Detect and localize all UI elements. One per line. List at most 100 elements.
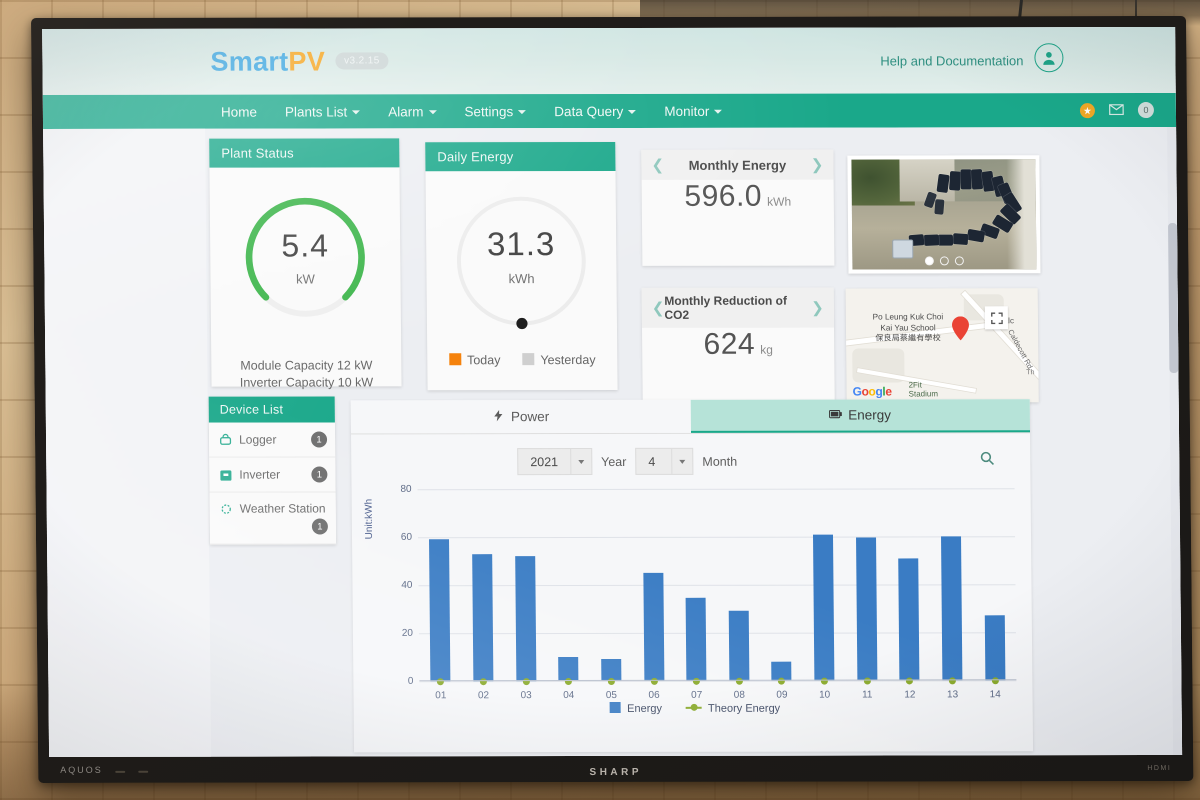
bar-column[interactable]: 02 [460, 489, 504, 701]
bar-column[interactable]: 08 [716, 489, 760, 701]
tab-power[interactable]: Power [350, 399, 691, 434]
bar-column[interactable]: 03 [503, 489, 547, 701]
scrollbar-thumb[interactable] [1168, 222, 1179, 374]
device-list-item-inverter[interactable]: Inverter 1 [209, 457, 336, 493]
year-select[interactable]: 2021 [517, 448, 593, 476]
chevron-left-icon[interactable]: ❮ [652, 299, 665, 317]
nav-status-icons: 0 [1079, 93, 1155, 127]
theory-energy-color-swatch [685, 706, 703, 709]
nav-item-data-query[interactable]: Data Query [554, 103, 637, 119]
legend-today[interactable]: Today [448, 353, 500, 367]
x-tick-label: 12 [904, 689, 916, 701]
x-tick-label: 02 [477, 690, 490, 702]
chart-bar[interactable] [429, 539, 451, 682]
legend-yesterday-label: Yesterday [540, 353, 596, 368]
photo-equipment [892, 239, 914, 259]
page-scrollbar[interactable] [1167, 126, 1183, 757]
chart-plot-area: 01 02 03 04 05 06 07 08 09 10 11 12 13 14 [418, 488, 1017, 701]
monthly-co2-card: ❮ Monthly Reduction of CO2 ❯ 624 kg [641, 287, 835, 404]
chart-bar[interactable] [514, 556, 536, 682]
x-tick-label: 05 [605, 689, 618, 701]
bar-column[interactable]: 05 [588, 489, 632, 701]
carousel-dot-2[interactable] [939, 256, 949, 266]
nav-item-settings[interactable]: Settings [464, 104, 527, 119]
solar-panel [934, 198, 945, 215]
legend-yesterday[interactable]: Yesterday [522, 353, 596, 368]
fullscreen-icon[interactable] [984, 306, 1009, 330]
nav-item-monitor[interactable]: Monitor [664, 103, 723, 118]
chart-bar[interactable] [941, 536, 963, 681]
chart-bar[interactable] [855, 537, 878, 681]
x-tick-label: 06 [648, 689, 660, 701]
bezel-chip [115, 770, 126, 773]
today-color-swatch [448, 353, 462, 366]
nav-item-home[interactable]: Home [221, 104, 257, 119]
logo-text-smart: Smart [210, 46, 289, 77]
map-poi-label: 2Fit Stadium [909, 380, 939, 398]
bar-column[interactable]: 07 [673, 489, 717, 701]
chart-bar[interactable] [813, 534, 835, 681]
plant-capacity-info: Module Capacity 12 kW Inverter Capacity … [211, 357, 401, 391]
chart-bar[interactable] [642, 572, 664, 681]
app-logo[interactable]: SmartPV v3.2.15 [210, 46, 389, 77]
bar-column[interactable]: 04 [545, 489, 589, 701]
month-select-value: 4 [648, 454, 656, 469]
bar-column[interactable]: 09 [759, 489, 803, 701]
nav-label: Home [220, 104, 257, 120]
y-tick-label: 60 [400, 531, 413, 543]
nav-item-alarm[interactable]: Alarm [388, 104, 437, 119]
x-tick-label: 10 [818, 689, 831, 701]
logo-text-pv: PV [288, 45, 326, 77]
bar-column[interactable]: 14 [972, 488, 1016, 700]
device-count-badge: 1 [311, 518, 328, 535]
legend-energy[interactable]: Energy [610, 701, 662, 715]
chart-bar[interactable] [984, 615, 1006, 681]
logger-icon [219, 433, 232, 446]
legend-theory-energy[interactable]: Theory Energy [685, 702, 780, 714]
chevron-left-icon[interactable]: ❮ [651, 156, 664, 174]
chevron-down-icon [714, 109, 723, 114]
mail-icon[interactable] [1109, 103, 1124, 118]
plant-photo-carousel[interactable] [847, 155, 1041, 274]
chevron-down-icon [569, 449, 592, 475]
chart-bar[interactable] [472, 553, 494, 682]
chevron-down-icon [628, 109, 637, 114]
bar-column[interactable]: 13 [929, 488, 973, 700]
x-tick-label: 07 [691, 689, 703, 701]
chart-bar[interactable] [728, 611, 750, 681]
chevron-right-icon[interactable]: ❯ [811, 299, 824, 317]
tab-energy-label: Energy [848, 407, 892, 423]
device-list-item-weather-station[interactable]: Weather Station 1 [209, 492, 337, 545]
device-list-item-logger[interactable]: Logger 1 [208, 422, 336, 458]
device-count-badge: 1 [310, 431, 328, 448]
chart-bar[interactable] [685, 598, 707, 681]
bar-column[interactable]: 06 [631, 489, 675, 701]
left-gutter [43, 128, 212, 757]
y-tick-label: 40 [401, 579, 413, 591]
x-tick-label: 14 [989, 689, 1001, 701]
nav-label: Plants List [284, 103, 348, 120]
user-avatar-icon[interactable] [1034, 43, 1064, 73]
chart-bar[interactable] [898, 558, 920, 681]
plant-status-card: Plant Status 5.4 kW Module Capacity 12 k… [209, 138, 402, 390]
search-icon[interactable] [980, 451, 995, 465]
bar-column[interactable]: 01 [418, 489, 462, 701]
location-map-card[interactable]: Po Leung Kuk Choi Kai Yau School 保良局蔡繼有學… [845, 288, 1039, 403]
map-edge-label: Th [1026, 369, 1035, 377]
chevron-down-icon [671, 448, 693, 474]
chevron-down-icon [428, 109, 437, 114]
help-documentation-link[interactable]: Help and Documentation [880, 53, 1023, 68]
tab-energy[interactable]: Energy [690, 399, 1031, 433]
nav-item-plants-list[interactable]: Plants List [284, 103, 361, 120]
month-select[interactable]: 4 [635, 447, 694, 475]
chart-filter-controls: 2021 Year 4 Month [351, 433, 1030, 479]
chevron-right-icon[interactable]: ❯ [811, 156, 824, 174]
carousel-dot-1[interactable] [924, 256, 934, 266]
bar-column[interactable]: 12 [887, 488, 931, 700]
message-count-badge[interactable]: 0 [1137, 102, 1155, 119]
carousel-dot-3[interactable] [954, 256, 964, 266]
bar-column[interactable]: 11 [844, 488, 888, 701]
plant-photo-image [851, 159, 1037, 270]
alert-badge-icon[interactable] [1079, 102, 1096, 118]
bar-column[interactable]: 10 [801, 489, 845, 701]
